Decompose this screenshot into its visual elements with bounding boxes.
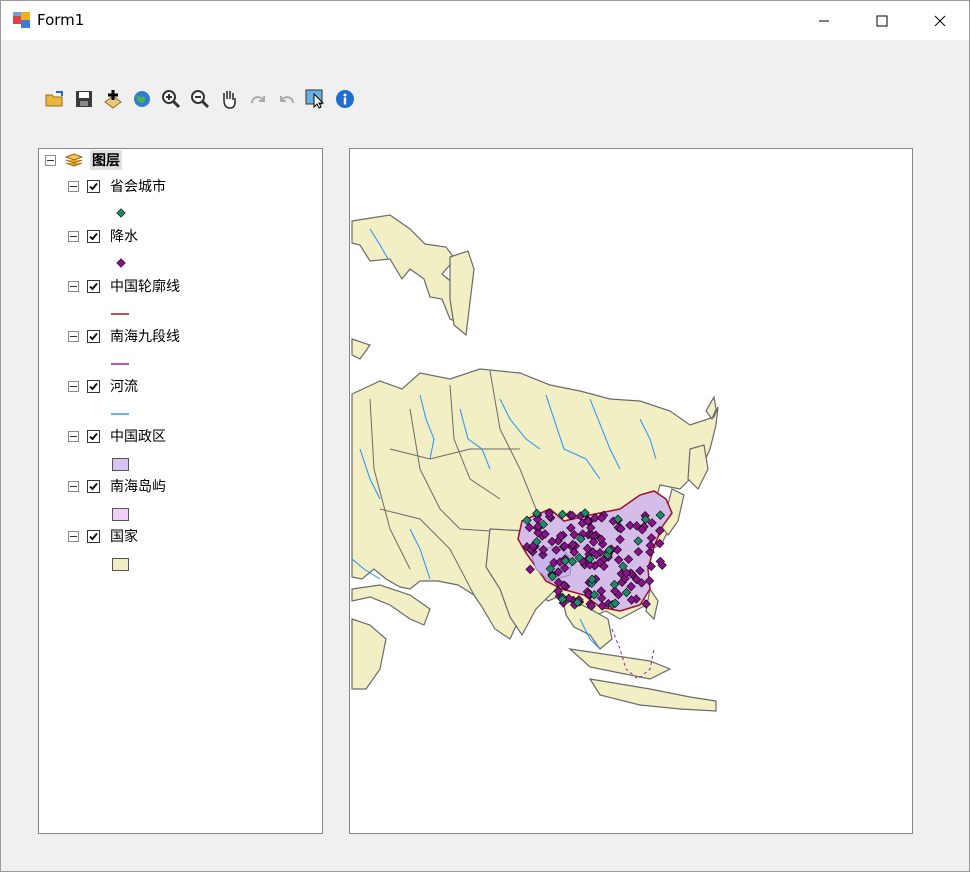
point-symbol-icon [116,208,126,218]
layers-icon [64,153,84,167]
full-extent-icon [134,91,150,107]
minimize-button[interactable] [795,1,853,40]
line-symbol-icon [111,413,129,415]
open-icon [45,91,63,107]
layer-row[interactable]: 降水 [68,226,138,246]
layer-name: 南海九段线 [110,329,180,345]
zoom-in-button[interactable] [159,87,183,111]
collapse-toggle[interactable] [68,180,79,192]
countries-layer [351,214,719,712]
pan-icon [223,91,236,109]
select-icon [305,89,325,109]
line-symbol-icon [111,363,129,365]
collapse-toggle[interactable] [68,380,79,392]
layer-visibility-checkbox[interactable] [87,329,100,343]
select-button[interactable] [304,87,328,111]
point-symbol-icon [116,258,126,268]
layer-visibility-checkbox[interactable] [87,379,100,393]
layer-name: 南海岛屿 [110,479,166,495]
collapse-toggle[interactable] [45,154,56,166]
zoom-in-icon [162,90,181,109]
layer-row[interactable]: 中国轮廓线 [68,276,180,296]
layer-row[interactable]: 中国政区 [68,426,166,446]
undo-icon [280,96,294,104]
close-icon [934,15,946,26]
collapse-toggle[interactable] [68,480,79,492]
close-button[interactable] [911,1,969,40]
fill-symbol-icon [112,558,129,571]
identify-icon [336,90,354,108]
toolbar [43,87,357,111]
add-data-icon [104,90,122,109]
layer-row[interactable]: 南海岛屿 [68,476,166,496]
identify-button[interactable] [333,87,357,111]
open-button[interactable] [43,87,67,111]
layer-name: 中国轮廓线 [110,279,180,295]
main-window: Form1 图层 省会城市 降水 中国轮廓线 南海九段线 河流 中国政区 南海岛… [0,0,970,872]
layer-visibility-checkbox[interactable] [87,229,100,243]
undo-button[interactable] [275,87,299,111]
layer-visibility-checkbox[interactable] [87,529,100,543]
layer-name: 河流 [110,379,138,395]
maximize-button[interactable] [853,1,911,40]
toc-root[interactable]: 图层 [45,150,122,170]
maximize-icon [876,15,888,26]
layer-name: 国家 [110,529,138,545]
collapse-toggle[interactable] [68,330,79,342]
layer-visibility-checkbox[interactable] [87,279,100,293]
map-canvas[interactable] [350,149,912,833]
redo-button[interactable] [246,87,270,111]
layer-name: 中国政区 [110,429,166,445]
fill-symbol-icon [112,508,129,521]
map-control[interactable] [349,148,913,834]
layer-name: 降水 [110,229,138,245]
collapse-toggle[interactable] [68,230,79,242]
zoom-out-icon [191,90,210,109]
table-of-contents: 图层 省会城市 降水 中国轮廓线 南海九段线 河流 中国政区 南海岛屿 国家 [38,148,323,834]
line-symbol-icon [111,313,129,315]
collapse-toggle[interactable] [68,530,79,542]
layer-visibility-checkbox[interactable] [87,179,100,193]
fill-symbol-icon [112,458,129,471]
layer-visibility-checkbox[interactable] [87,429,100,443]
layer-name: 省会城市 [110,179,166,195]
full-extent-button[interactable] [130,87,154,111]
layer-row[interactable]: 国家 [68,526,138,546]
minimize-icon [819,20,829,21]
layer-visibility-checkbox[interactable] [87,479,100,493]
save-button[interactable] [72,87,96,111]
save-icon [76,91,92,107]
title-bar[interactable]: Form1 [1,1,969,40]
app-icon [13,12,30,28]
collapse-toggle[interactable] [68,430,79,442]
window-title: Form1 [37,11,85,29]
layer-row[interactable]: 河流 [68,376,138,396]
layer-row[interactable]: 省会城市 [68,176,166,196]
add-data-button[interactable] [101,87,125,111]
pan-button[interactable] [217,87,241,111]
zoom-out-button[interactable] [188,87,212,111]
layer-row[interactable]: 南海九段线 [68,326,180,346]
redo-icon [251,96,265,104]
toc-root-label: 图层 [90,150,122,170]
collapse-toggle[interactable] [68,280,79,292]
